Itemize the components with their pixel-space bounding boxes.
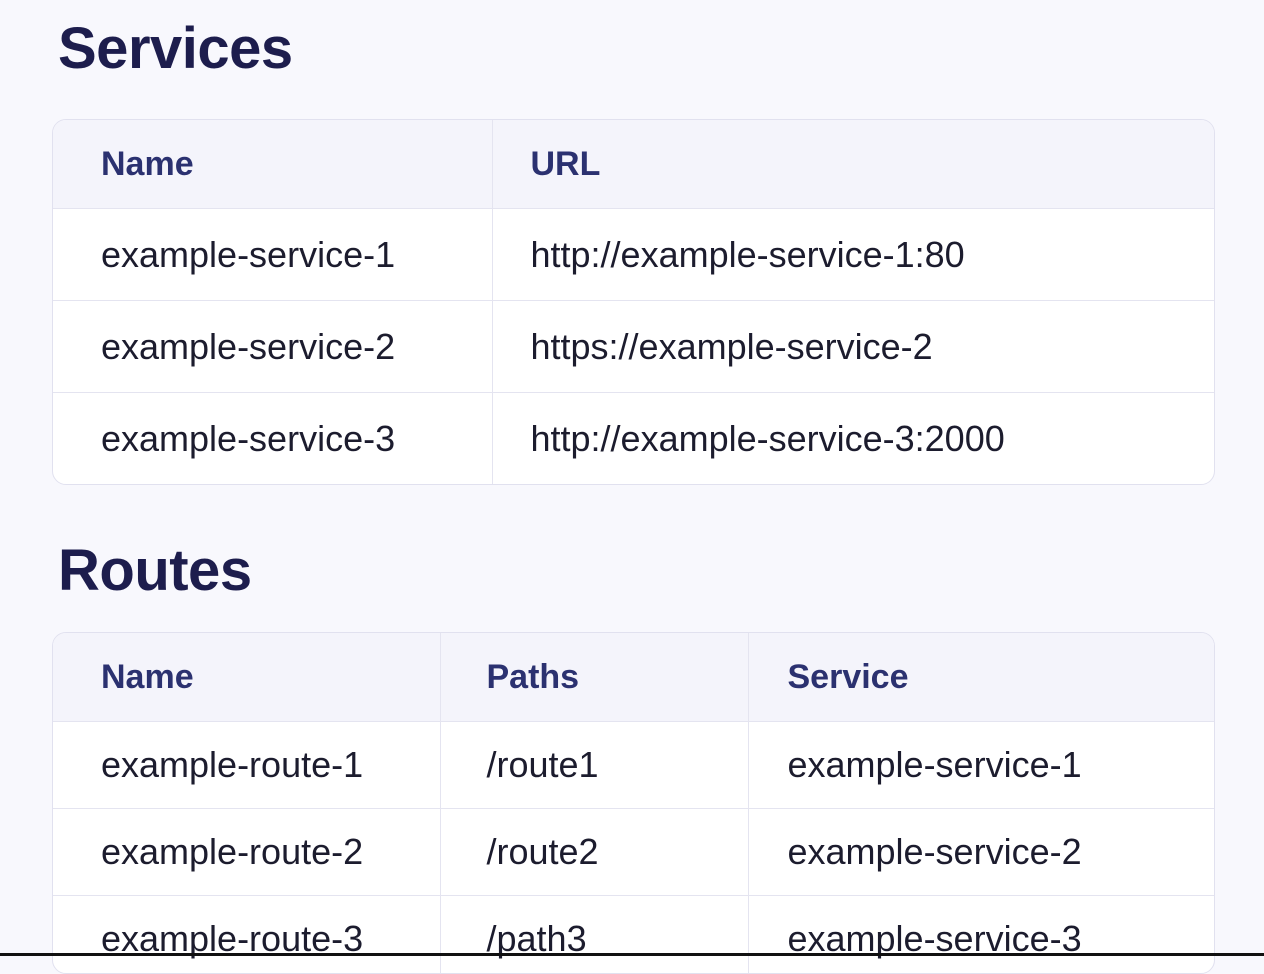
route-service-cell: example-service-2 xyxy=(748,809,1214,896)
service-url-cell: https://example-service-2 xyxy=(492,301,1214,393)
routes-heading: Routes xyxy=(58,542,252,600)
table-row[interactable]: example-route-2 /route2 example-service-… xyxy=(53,809,1214,896)
column-header-url[interactable]: URL xyxy=(492,120,1214,209)
service-name-cell: example-service-2 xyxy=(53,301,492,393)
routes-header-row: Name Paths Service xyxy=(53,633,1214,722)
column-header-paths[interactable]: Paths xyxy=(440,633,748,722)
routes-table: Name Paths Service example-route-1 /rout… xyxy=(53,633,1214,974)
column-header-name[interactable]: Name xyxy=(53,633,440,722)
table-row[interactable]: example-service-1 http://example-service… xyxy=(53,209,1214,301)
route-paths-cell: /route1 xyxy=(440,722,748,809)
table-row[interactable]: example-route-1 /route1 example-service-… xyxy=(53,722,1214,809)
table-row[interactable]: example-service-2 https://example-servic… xyxy=(53,301,1214,393)
service-url-cell: http://example-service-3:2000 xyxy=(492,393,1214,485)
services-heading: Services xyxy=(58,20,293,78)
route-name-cell: example-route-3 xyxy=(53,896,440,974)
service-name-cell: example-service-1 xyxy=(53,209,492,301)
route-name-cell: example-route-2 xyxy=(53,809,440,896)
route-service-cell: example-service-1 xyxy=(748,722,1214,809)
route-paths-cell: /path3 xyxy=(440,896,748,974)
routes-table-card: Name Paths Service example-route-1 /rout… xyxy=(52,632,1215,974)
services-header-row: Name URL xyxy=(53,120,1214,209)
route-name-cell: example-route-1 xyxy=(53,722,440,809)
service-name-cell: example-service-3 xyxy=(53,393,492,485)
table-row[interactable]: example-route-3 /path3 example-service-3 xyxy=(53,896,1214,974)
column-header-name[interactable]: Name xyxy=(53,120,492,209)
page: Services Name URL example-service-1 http… xyxy=(0,0,1264,956)
services-table: Name URL example-service-1 http://exampl… xyxy=(53,120,1214,484)
service-url-cell: http://example-service-1:80 xyxy=(492,209,1214,301)
services-table-card: Name URL example-service-1 http://exampl… xyxy=(52,119,1215,485)
column-header-service[interactable]: Service xyxy=(748,633,1214,722)
table-row[interactable]: example-service-3 http://example-service… xyxy=(53,393,1214,485)
route-paths-cell: /route2 xyxy=(440,809,748,896)
route-service-cell: example-service-3 xyxy=(748,896,1214,974)
